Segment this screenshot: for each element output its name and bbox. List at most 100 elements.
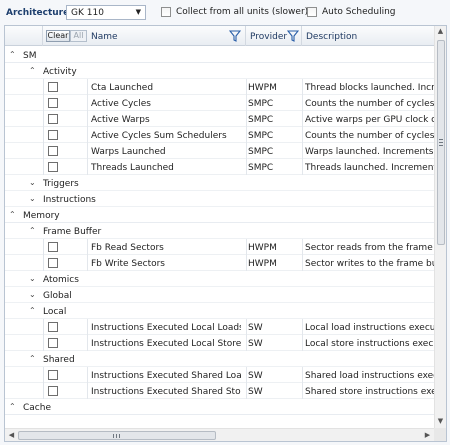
metric-name: Fb Read Sectors — [91, 243, 164, 253]
metric-checkbox[interactable] — [48, 258, 58, 268]
description-column-header[interactable]: Description — [302, 26, 435, 46]
collect-all-units-label: Collect from all units (slower) — [176, 7, 309, 17]
chevron-down-icon[interactable]: ⌄ — [29, 290, 36, 299]
metric-row[interactable]: Threads Launched SMPC Threads launched. In… — [5, 159, 435, 175]
metric-row[interactable]: Active Warps SMPC Active warps per GPU clo… — [5, 111, 435, 127]
group-row-shared[interactable]: ⌃ Shared — [5, 351, 435, 367]
architecture-value: GK 110 — [71, 8, 104, 18]
group-label: Memory — [23, 211, 60, 221]
metric-name: Active Warps — [91, 115, 150, 125]
filter-icon[interactable] — [287, 30, 299, 42]
metric-checkbox[interactable] — [48, 114, 58, 124]
metric-checkbox[interactable] — [48, 98, 58, 108]
chevron-up-icon[interactable]: ⌃ — [9, 210, 16, 219]
column-divider — [302, 79, 303, 95]
column-divider — [246, 143, 247, 159]
chevron-up-icon[interactable]: ⌃ — [29, 226, 36, 235]
metrics-grid: Clear All Name Provider Description ⌃ SM ⌃… — [4, 25, 447, 442]
metric-row[interactable]: Instructions Executed Shared Stores SW Sha… — [5, 383, 435, 399]
metric-checkbox[interactable] — [48, 162, 58, 172]
chevron-up-icon[interactable]: ⌃ — [29, 66, 36, 75]
column-divider — [246, 383, 247, 399]
column-divider — [302, 335, 303, 351]
metric-name: Instructions Executed Local Stores — [91, 339, 241, 349]
column-divider — [246, 319, 247, 335]
group-row-frame-buffer[interactable]: ⌃ Frame Buffer — [5, 223, 435, 239]
grid-header: Clear All Name Provider Description — [5, 26, 435, 46]
clear-button[interactable]: Clear — [46, 30, 70, 42]
metric-checkbox[interactable] — [48, 82, 58, 92]
column-divider — [246, 239, 247, 255]
metric-checkbox[interactable] — [48, 338, 58, 348]
column-divider — [302, 255, 303, 271]
group-row-memory[interactable]: ⌃ Memory — [5, 207, 435, 223]
group-row-atomics[interactable]: ⌄ Atomics — [5, 271, 435, 287]
vertical-scrollbar[interactable]: ▲ ▼ — [434, 26, 446, 429]
name-column-header[interactable]: Name — [87, 26, 246, 46]
chevron-up-icon[interactable]: ⌃ — [9, 50, 16, 59]
architecture-dropdown[interactable]: GK 110 ▼ — [66, 5, 146, 20]
group-row-sm[interactable]: ⌃ SM — [5, 47, 435, 63]
auto-scheduling-checkbox[interactable] — [307, 7, 317, 17]
metric-row[interactable]: Fb Write Sectors HWPM Sector writes to the… — [5, 255, 435, 271]
metric-provider: SMPC — [248, 147, 274, 157]
chevron-down-icon[interactable]: ⌄ — [29, 178, 36, 187]
dropdown-arrow-icon: ▼ — [135, 8, 141, 16]
scroll-up-arrow-icon[interactable]: ▲ — [435, 27, 446, 38]
metric-checkbox[interactable] — [48, 370, 58, 380]
group-row-instructions[interactable]: ⌄ Instructions — [5, 191, 435, 207]
chevron-down-icon[interactable]: ⌄ — [29, 194, 36, 203]
chevron-up-icon[interactable]: ⌃ — [29, 354, 36, 363]
metric-provider: SMPC — [248, 115, 274, 125]
group-row-global[interactable]: ⌄ Global — [5, 287, 435, 303]
metric-checkbox[interactable] — [48, 322, 58, 332]
metric-checkbox[interactable] — [48, 386, 58, 396]
metric-provider: SW — [248, 387, 263, 397]
group-label: Shared — [43, 355, 75, 365]
column-divider — [87, 127, 88, 143]
metric-row[interactable]: Active Cycles Sum Schedulers SMPC Counts t… — [5, 127, 435, 143]
description-column-label: Description — [306, 32, 358, 42]
group-row-triggers[interactable]: ⌄ Triggers — [5, 175, 435, 191]
chevron-up-icon[interactable]: ⌃ — [29, 306, 36, 315]
group-row-activity[interactable]: ⌃ Activity — [5, 63, 435, 79]
scroll-left-arrow-icon[interactable]: ◀ — [6, 431, 17, 441]
metric-row[interactable]: Fb Read Sectors HWPM Sector reads from the… — [5, 239, 435, 255]
metric-row[interactable]: Instructions Executed Local Loads SW Local… — [5, 319, 435, 335]
horizontal-scroll-thumb[interactable] — [18, 431, 216, 440]
metric-row[interactable]: Cta Launched HWPM Thread blocks launched. … — [5, 79, 435, 95]
collect-all-units-checkbox[interactable] — [161, 7, 171, 17]
scroll-right-arrow-icon[interactable]: ▶ — [422, 431, 433, 441]
metric-checkbox[interactable] — [48, 146, 58, 156]
provider-column-header[interactable]: Provider — [246, 26, 302, 46]
metric-checkbox[interactable] — [48, 130, 58, 140]
metric-row[interactable]: Warps Launched SMPC Warps launched. Increm… — [5, 143, 435, 159]
vertical-scroll-thumb[interactable] — [437, 40, 445, 245]
column-divider — [87, 159, 88, 175]
group-label: Activity — [43, 67, 77, 77]
filter-icon[interactable] — [229, 30, 241, 42]
group-row-local[interactable]: ⌃ Local — [5, 303, 435, 319]
group-row-cache[interactable]: ⌃ Cache — [5, 399, 435, 415]
metric-description: Shared load instructions execute — [305, 371, 435, 381]
column-divider — [87, 143, 88, 159]
metric-checkbox[interactable] — [48, 242, 58, 252]
group-label: Cache — [23, 403, 51, 413]
metric-description: Thread blocks launched. Increme — [305, 83, 435, 93]
chevron-down-icon[interactable]: ⌄ — [29, 274, 36, 283]
horizontal-scrollbar[interactable]: ◀ ▶ — [5, 428, 446, 441]
column-divider — [87, 335, 88, 351]
select-all-button[interactable]: All — [70, 30, 87, 42]
metric-provider: SW — [248, 339, 263, 349]
chevron-up-icon[interactable]: ⌃ — [9, 402, 16, 411]
metric-name: Warps Launched — [91, 147, 166, 157]
column-divider — [246, 127, 247, 143]
metric-row[interactable]: Active Cycles SMPC Counts the number of cy… — [5, 95, 435, 111]
scroll-down-arrow-icon[interactable]: ▼ — [435, 417, 446, 428]
column-divider — [302, 383, 303, 399]
metric-name: Active Cycles Sum Schedulers — [91, 131, 227, 141]
metric-description: Counts the number of cycles that — [305, 99, 435, 109]
metric-row[interactable]: Instructions Executed Shared Loads SW Shar… — [5, 367, 435, 383]
metric-row[interactable]: Instructions Executed Local Stores SW Loca… — [5, 335, 435, 351]
name-column-label: Name — [91, 32, 118, 42]
